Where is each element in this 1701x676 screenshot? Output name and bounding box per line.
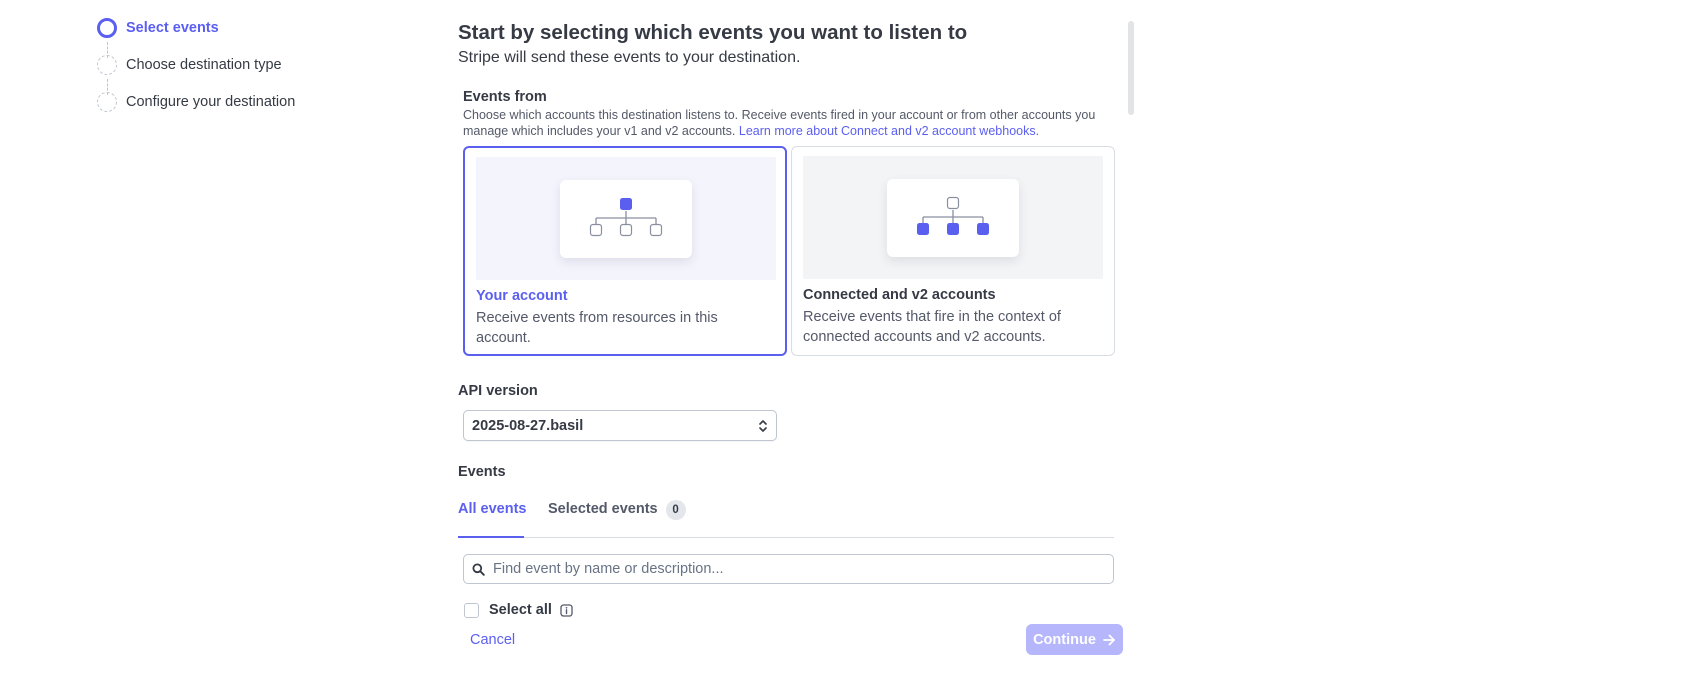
search-icon [472, 563, 485, 576]
step-pending-icon [97, 92, 117, 112]
event-search-input[interactable] [493, 561, 1093, 577]
option-your-account[interactable]: Your account Receive events from resourc… [463, 146, 787, 356]
continue-label: Continue [1033, 631, 1096, 648]
page-subtitle: Stripe will send these events to your de… [458, 49, 801, 66]
events-tabs: All events Selected events 0 [458, 490, 1114, 538]
step-choose-destination-type[interactable]: Choose destination type [97, 55, 282, 75]
step-pending-icon [97, 55, 117, 75]
events-label: Events [458, 464, 506, 480]
option-title: Your account [476, 288, 568, 304]
page-title: Start by selecting which events you want… [458, 21, 968, 44]
events-from-label: Events from [463, 89, 547, 105]
chevron-up-down-icon [759, 420, 767, 432]
cancel-button[interactable]: Cancel [470, 632, 515, 648]
option-description: Receive events from resources in this ac… [476, 310, 718, 346]
your-account-illustration [476, 157, 776, 280]
tab-label: Selected events [548, 501, 658, 517]
select-all-row: Select all [464, 602, 573, 618]
selected-count-badge: 0 [665, 500, 686, 520]
option-title: Connected and v2 accounts [803, 287, 996, 303]
tab-selected-events[interactable]: Selected events 0 [548, 490, 686, 538]
continue-button[interactable]: Continue [1026, 624, 1123, 655]
step-label: Choose destination type [126, 57, 282, 73]
event-search-box[interactable] [463, 554, 1114, 584]
tab-all-events[interactable]: All events [458, 490, 527, 538]
step-active-icon [97, 18, 117, 38]
option-connected-accounts[interactable]: Connected and v2 accounts Receive events… [791, 146, 1115, 356]
step-label: Configure your destination [126, 94, 296, 110]
learn-more-link[interactable]: Learn more about Connect and v2 account … [739, 124, 1039, 138]
tab-label: All events [458, 501, 527, 517]
step-label: Select events [126, 20, 219, 36]
org-tree-children-icon [917, 196, 989, 235]
select-all-label: Select all [489, 602, 552, 618]
select-all-checkbox[interactable] [464, 602, 479, 618]
api-version-value: 2025-08-27.basil [472, 417, 584, 434]
step-select-events[interactable]: Select events [97, 18, 219, 38]
org-tree-top-icon [589, 197, 663, 236]
api-version-label: API version [458, 383, 538, 399]
events-source-options: Your account Receive events from resourc… [463, 146, 1115, 356]
events-from-description: Choose which accounts this destination l… [463, 107, 1123, 139]
step-configure-destination[interactable]: Configure your destination [97, 92, 295, 112]
api-version-select[interactable]: 2025-08-27.basil [463, 410, 777, 441]
option-description: Receive events that fire in the context … [803, 309, 1061, 345]
scrollbar-thumb[interactable] [1128, 21, 1134, 115]
info-icon[interactable] [560, 603, 573, 617]
arrow-right-icon [1103, 634, 1115, 645]
connected-accounts-illustration [803, 156, 1103, 279]
main-content: Start by selecting which events you want… [458, 0, 1138, 676]
